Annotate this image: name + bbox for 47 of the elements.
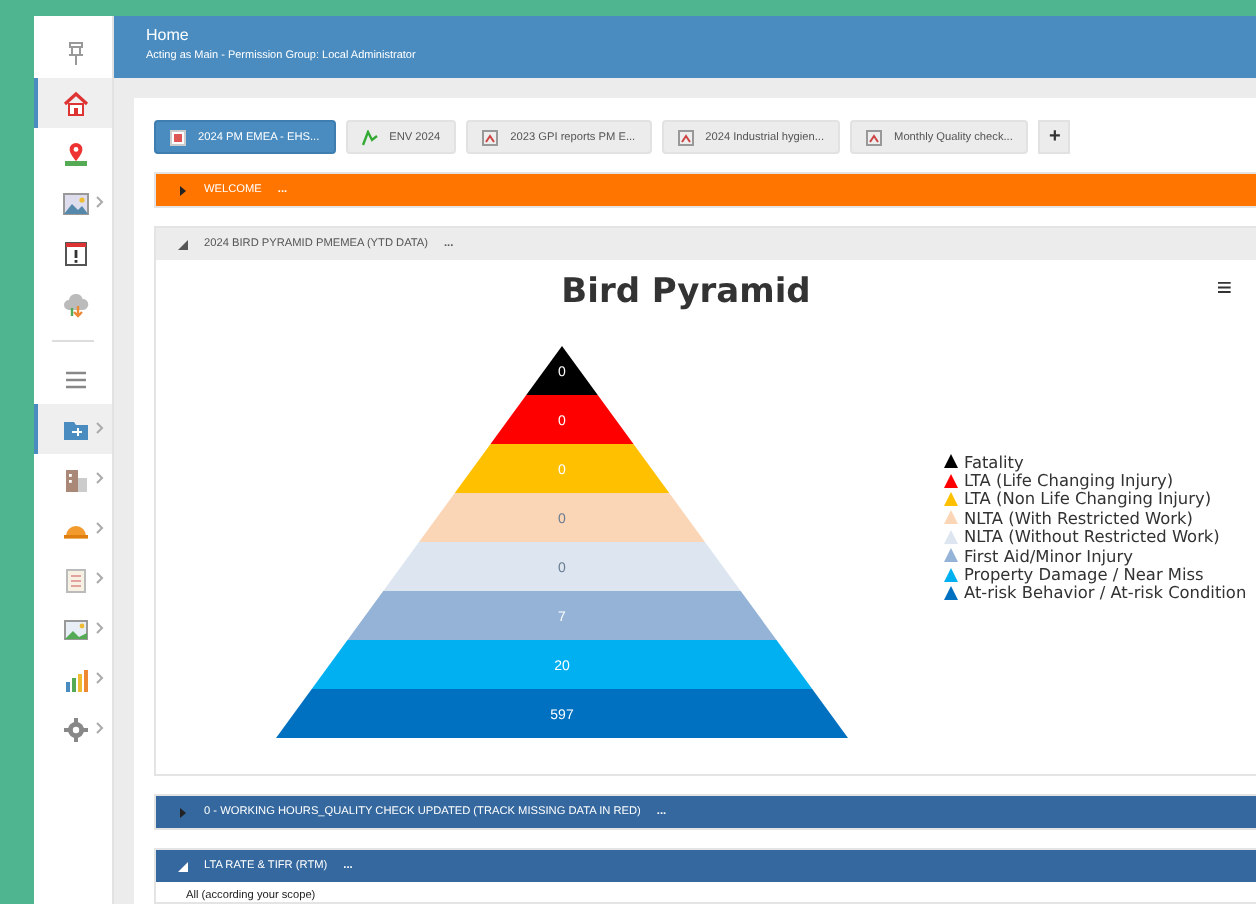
chart-menu[interactable]: ≡ — [1216, 272, 1232, 302]
collapse-icon — [178, 861, 188, 871]
cloud-icon — [61, 289, 89, 317]
report-icon — [170, 129, 186, 145]
building-icon — [61, 465, 89, 493]
legend-item[interactable]: NLTA (With Restricted Work) — [944, 508, 1247, 528]
legend-label: Fatality — [964, 451, 1024, 472]
chevron-icon — [96, 422, 104, 434]
chevron-icon — [96, 572, 104, 584]
add-tab-button[interactable]: + — [1038, 120, 1071, 154]
image-icon — [61, 615, 89, 643]
expand-icon — [178, 185, 188, 195]
map-pin-icon — [61, 139, 89, 167]
chevron-icon — [96, 672, 104, 684]
chevron-icon — [96, 622, 104, 634]
chevron-icon — [96, 196, 104, 208]
report-icon — [866, 129, 883, 145]
legend-label: LTA (Life Changing Injury) — [964, 470, 1174, 491]
sidebar-item[interactable] — [34, 404, 112, 454]
chevron-icon — [96, 472, 104, 484]
home-icon — [61, 89, 89, 117]
legend-label: NLTA (With Restricted Work) — [964, 507, 1193, 528]
report-icon — [482, 129, 499, 145]
chevron-icon — [96, 522, 104, 534]
legend-item[interactable]: LTA (Non Life Changing Injury) — [944, 489, 1247, 509]
alert-icon — [61, 239, 89, 267]
legend-label: NLTA (Without Restricted Work) — [964, 526, 1220, 547]
clipboard-icon — [61, 565, 89, 593]
legend-item[interactable]: NLTA (Without Restricted Work) — [944, 527, 1247, 546]
report-icon — [677, 129, 694, 145]
sidebar-item[interactable] — [34, 78, 112, 128]
legend-item[interactable]: Property Damage / Near Miss — [944, 564, 1247, 584]
legend-label: Property Damage / Near Miss — [964, 564, 1204, 585]
chevron-icon — [96, 722, 104, 734]
legend-item[interactable]: First Aid/Minor Injury — [944, 545, 1247, 565]
landscape-icon — [61, 189, 89, 217]
bar-chart-icon — [61, 665, 89, 693]
chart-title: Bird Pyramid — [561, 272, 811, 312]
collapse-icon — [178, 239, 188, 249]
legend-label: First Aid/Minor Injury — [964, 545, 1133, 566]
legend-label: LTA (Non Life Changing Injury) — [964, 488, 1212, 509]
legend-item[interactable]: LTA (Life Changing Injury) — [944, 470, 1247, 490]
page-title: Home — [146, 26, 191, 44]
expand-icon — [178, 807, 188, 817]
legend-item[interactable]: Fatality — [944, 452, 1247, 471]
line-chart-icon — [361, 129, 378, 145]
gear-icon — [61, 715, 89, 743]
